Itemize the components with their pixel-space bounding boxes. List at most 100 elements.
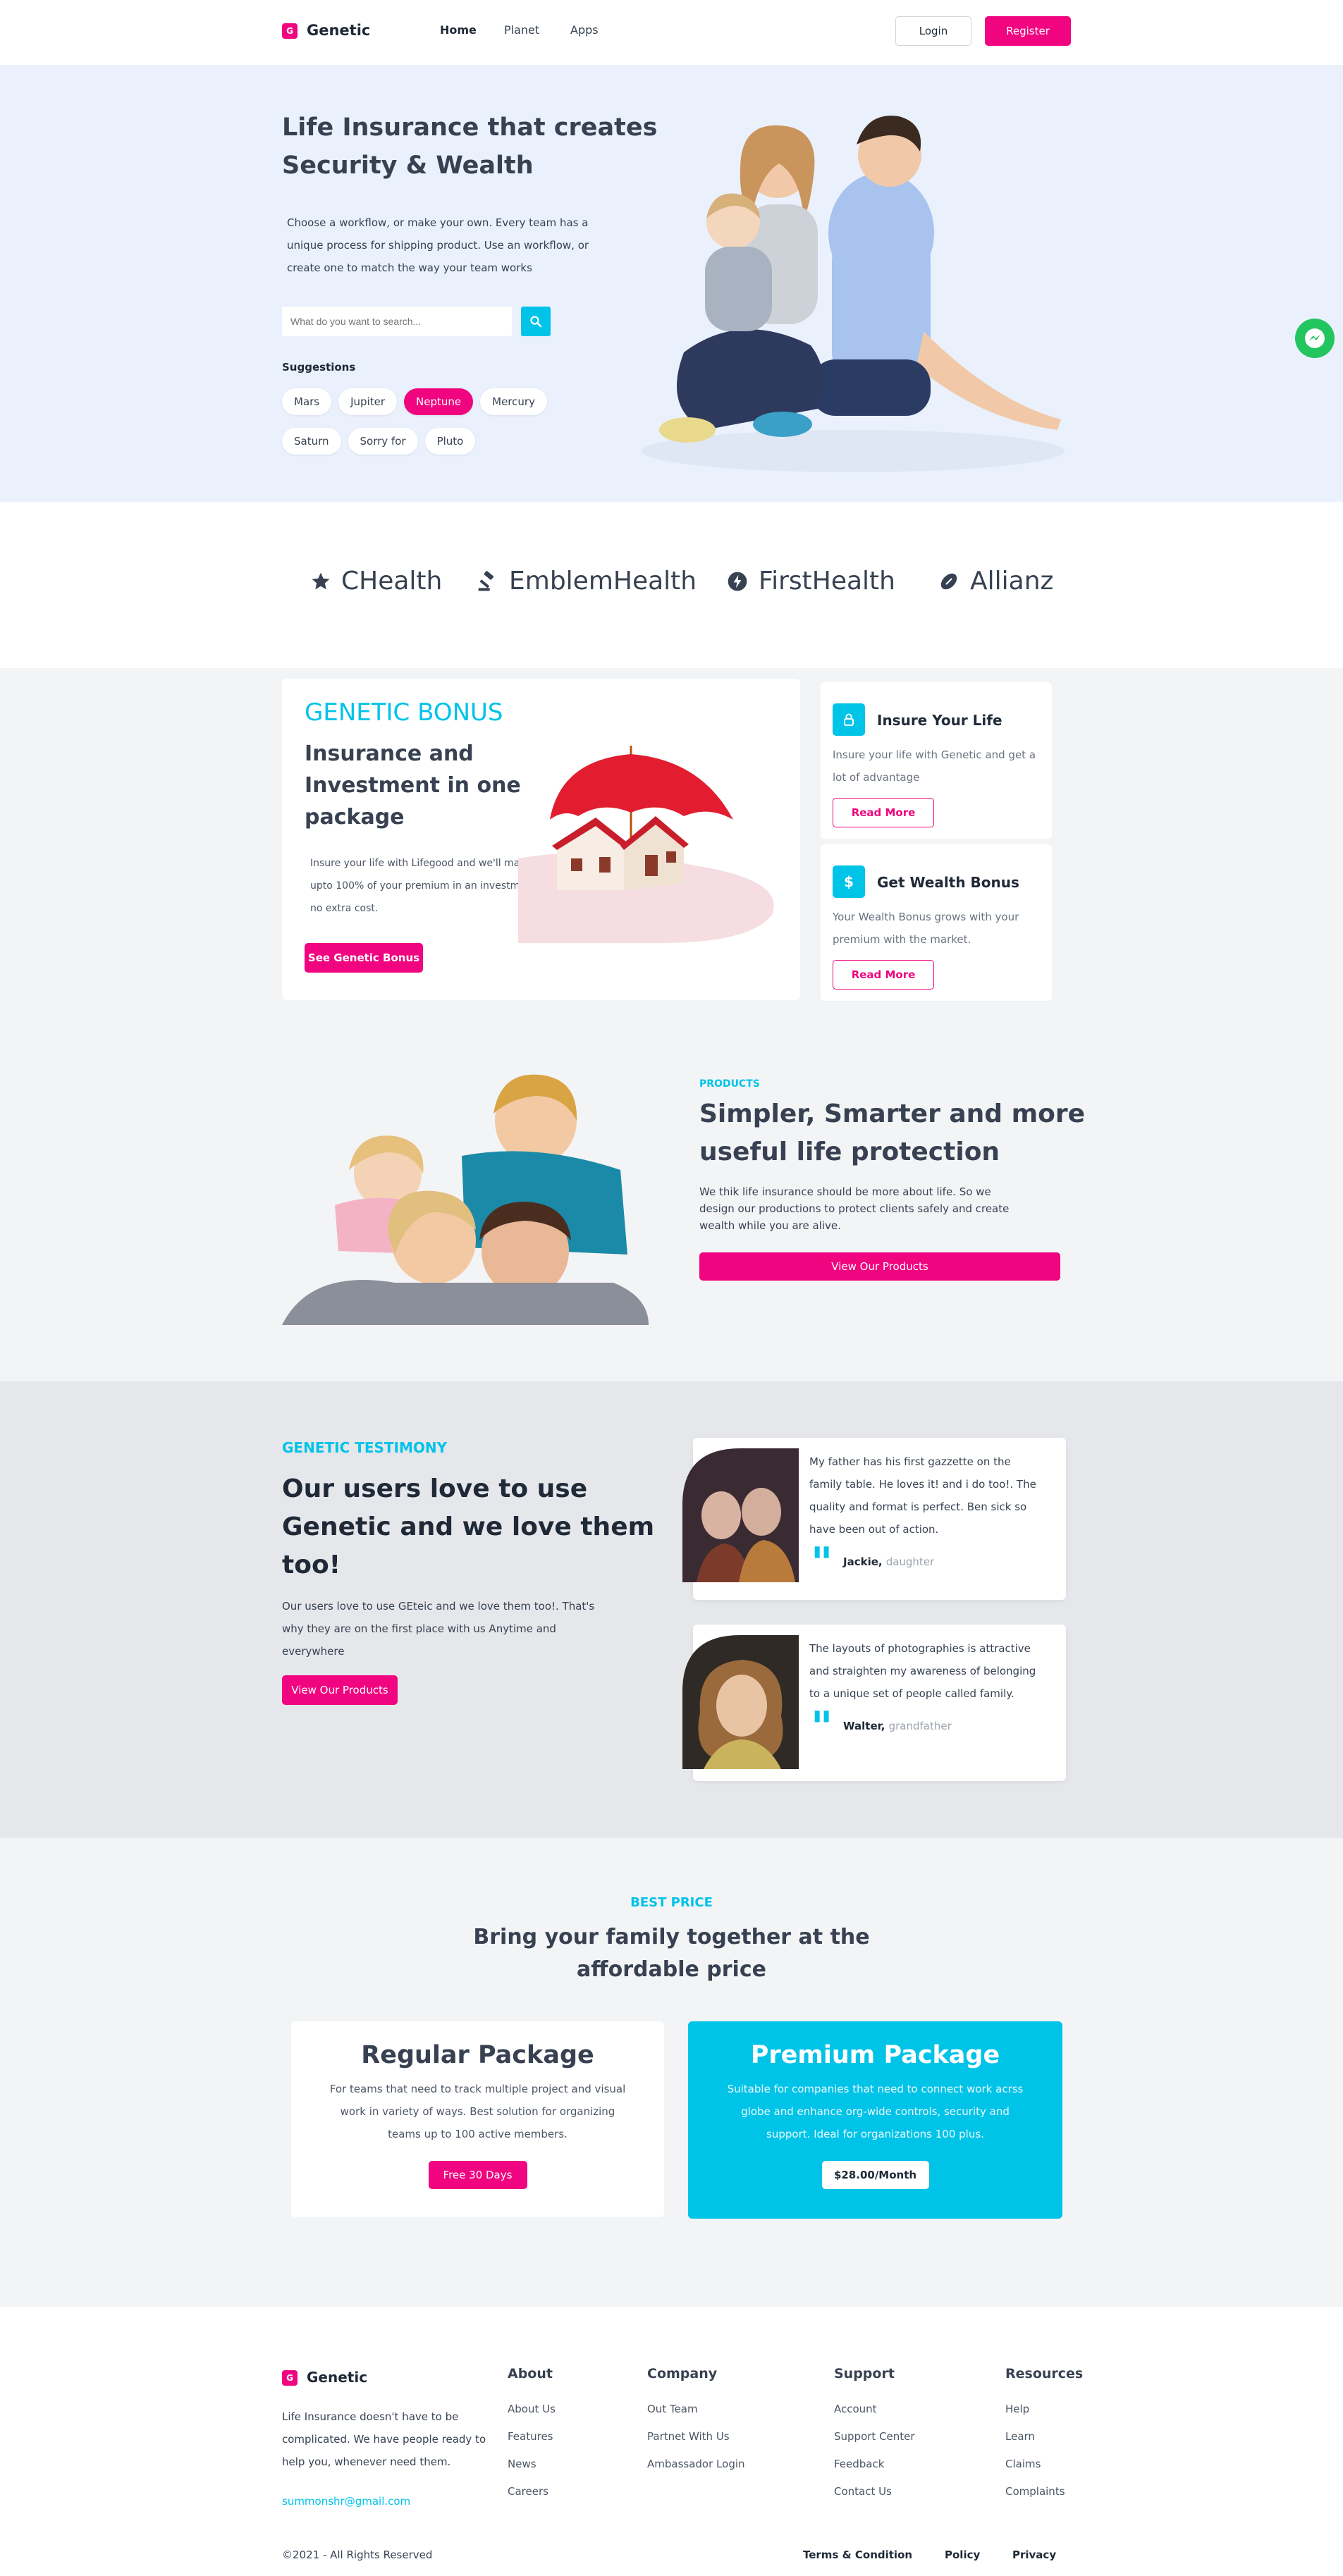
testimonial-2-avatar (682, 1635, 799, 1769)
bonus-kicker: GENETIC BONUS (305, 698, 503, 727)
testimonial-2-author: Walter, grandfather (843, 1720, 952, 1732)
footer-link[interactable]: Help (1005, 2403, 1083, 2415)
premium-package-name: Premium Package (750, 2041, 1000, 2069)
brand-name[interactable]: Genetic (307, 22, 370, 39)
footer-link[interactable]: About Us (508, 2403, 556, 2415)
footer-link[interactable]: Claims (1005, 2458, 1083, 2470)
logo-icon[interactable]: G (282, 23, 298, 39)
copyright-text: ©2021 - All Rights Reserved (282, 2549, 433, 2561)
footer-link[interactable]: Support Center (834, 2430, 915, 2443)
nav-link-planet[interactable]: Planet (504, 23, 539, 37)
search-input[interactable] (282, 307, 512, 336)
products-desc-line3: wealth while you are alive. (699, 1219, 841, 1232)
premium-desc-line3: support. Ideal for organizations 100 plu… (766, 2128, 984, 2140)
insure-life-desc-line1: Insure your life with Genetic and get a (833, 748, 1036, 761)
view-our-products-button[interactable]: View Our Products (699, 1252, 1060, 1281)
pricing-title-line2: affordable price (577, 1957, 766, 1982)
nav-link-apps[interactable]: Apps (570, 23, 599, 37)
chips-row-2: Saturn Sorry for Pluto (282, 428, 476, 455)
lock-icon (833, 703, 865, 736)
hero-desc-line1: Choose a workflow, or make your own. Eve… (287, 216, 589, 229)
wealth-bonus-read-more-button[interactable]: Read More (833, 960, 934, 990)
quote-icon: " (811, 1703, 833, 1752)
free-30-days-button[interactable]: Free 30 Days (428, 2161, 527, 2189)
testimony-desc-line2: why they are on the first place with us … (282, 1622, 556, 1635)
products-title-line1: Simpler, Smarter and more (699, 1099, 1086, 1128)
chip-mercury[interactable]: Mercury (480, 388, 547, 415)
insure-life-desc-line2: lot of advantage (833, 771, 920, 784)
footer-link[interactable]: Complaints (1005, 2485, 1083, 2498)
search-button[interactable] (521, 307, 551, 336)
bonus-desc-line1: Insure your life with Lifegood and we'll… (310, 858, 536, 869)
brand-chealth-label: CHealth (341, 567, 443, 596)
footer-col-title: Company (647, 2366, 718, 2381)
premium-package-card: Premium Package Suitable for companies t… (688, 2021, 1062, 2219)
premium-desc-line1: Suitable for companies that need to conn… (727, 2083, 1024, 2095)
chip-saturn[interactable]: Saturn (282, 428, 341, 455)
chip-sorry-for[interactable]: Sorry for (348, 428, 418, 455)
footer-link[interactable]: Out Team (647, 2403, 745, 2415)
chips-row-1: Mars Jupiter Neptune Mercury (282, 388, 547, 415)
regular-package-card: Regular Package For teams that need to t… (291, 2021, 664, 2217)
hero-desc-line2: unique process for shipping product. Use… (287, 239, 589, 252)
chip-mars[interactable]: Mars (282, 388, 332, 415)
see-genetic-bonus-button[interactable]: See Genetic Bonus (305, 943, 423, 973)
footer-link[interactable]: Features (508, 2430, 556, 2443)
privacy-link[interactable]: Privacy (1012, 2549, 1056, 2561)
regular-desc-line2: work in variety of ways. Best solution f… (340, 2105, 615, 2118)
chip-pluto[interactable]: Pluto (424, 428, 476, 455)
brand-firsthealth-label: FirstHealth (759, 567, 895, 596)
bonus-section: GENETIC BONUS Insurance and Investment i… (0, 668, 1343, 1381)
footer-col-title: Resources (1005, 2366, 1084, 2381)
products-desc-line1: We thik life insurance should be more ab… (699, 1185, 991, 1198)
footer-link[interactable]: Contact Us (834, 2485, 915, 2498)
products-title-line2: useful life protection (699, 1138, 1000, 1166)
bonus-title-line2: Investment in one (305, 773, 521, 798)
nav-link-home[interactable]: Home (440, 23, 477, 37)
search-icon (530, 316, 542, 328)
footer-link[interactable]: News (508, 2458, 556, 2470)
footer-link[interactable]: Ambassador Login (647, 2458, 745, 2470)
hero-desc-line3: create one to match the way your team wo… (287, 261, 532, 274)
premium-desc-line2: globe and enhance org-wide controls, sec… (741, 2105, 1010, 2118)
testimonial-1-author: Jackie, daughter (843, 1555, 935, 1568)
footer-brand-name[interactable]: Genetic (307, 2369, 367, 2386)
footer-logo-icon[interactable]: G (282, 2370, 298, 2386)
policy-link[interactable]: Policy (945, 2549, 980, 2561)
messenger-icon (1305, 328, 1325, 348)
hero-section: Life Insurance that creates Security & W… (0, 65, 1343, 502)
messenger-chat-button[interactable] (1295, 319, 1335, 358)
footer-link[interactable]: Careers (508, 2485, 556, 2498)
brand-allianz: Allianz (938, 567, 1053, 596)
footer-col-resources: Resources Help Learn Claims Complaints (1005, 2366, 1083, 2498)
brand-firsthealth: FirstHealth (726, 567, 895, 596)
footer-link[interactable]: Partnet With Us (647, 2430, 745, 2443)
testimony-view-products-button[interactable]: View Our Products (282, 1675, 398, 1705)
footer-email-link[interactable]: summonshr@gmail.com (282, 2495, 410, 2508)
bolt-icon (728, 572, 747, 591)
brand-emblemhealth-label: EmblemHealth (509, 567, 697, 596)
insure-life-read-more-button[interactable]: Read More (833, 798, 934, 827)
footer-link[interactable]: Feedback (834, 2458, 915, 2470)
premium-price-button[interactable]: $28.00/Month (821, 2161, 929, 2189)
footer-link[interactable]: Account (834, 2403, 915, 2415)
gavel-icon (478, 570, 494, 591)
testimony-desc-line1: Our users love to use GEteic and we love… (282, 1600, 595, 1613)
testimony-title-line2: Genetic and we love them (282, 1512, 655, 1541)
footer: G Genetic Life Insurance doesn't have to… (0, 2307, 1343, 2576)
bonus-desc-line3: no extra cost. (310, 903, 379, 914)
chip-neptune[interactable]: Neptune (404, 388, 474, 415)
top-navbar: G Genetic Home Planet Apps Login Registe… (0, 0, 1343, 65)
register-button[interactable]: Register (985, 16, 1071, 46)
footer-link[interactable]: Learn (1005, 2430, 1083, 2443)
wealth-bonus-desc-line1: Your Wealth Bonus grows with your (833, 911, 1019, 923)
login-button[interactable]: Login (895, 16, 971, 46)
testimonial-card-1: My father has his first gazzette on the … (682, 1438, 1066, 1600)
insure-life-title: Insure Your Life (877, 712, 1002, 729)
pricing-title-line1: Bring your family together at the (473, 1925, 870, 1949)
pricing-section: BEST PRICE Bring your family together at… (0, 1838, 1343, 2307)
chip-jupiter[interactable]: Jupiter (338, 388, 398, 415)
terms-link[interactable]: Terms & Condition (803, 2549, 912, 2561)
testimony-title-line3: too! (282, 1551, 341, 1579)
pricing-kicker: BEST PRICE (630, 1895, 713, 1910)
